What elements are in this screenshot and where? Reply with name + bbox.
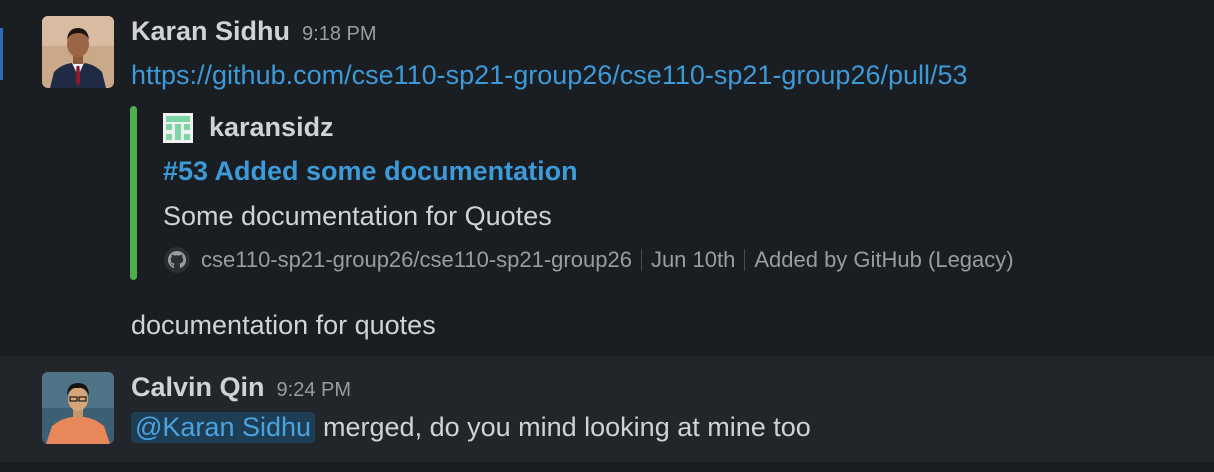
message-text: merged, do you mind looking at mine too <box>323 412 811 442</box>
divider <box>744 249 746 271</box>
avatar[interactable] <box>42 372 114 444</box>
unfurl-footer: cse110-sp21-group26/cse110-sp21-group26 … <box>163 246 1014 274</box>
unfurl-date: Jun 10th <box>650 247 736 272</box>
message-item[interactable]: Karan Sidhu 9:18 PM https://github.com/cs… <box>0 0 1214 356</box>
github-icon <box>164 247 190 273</box>
unfurl-description: Some documentation for Quotes <box>163 201 552 231</box>
unfurl-accent-bar <box>130 106 137 280</box>
message-body: @Karan Sidhu merged, do you mind looking… <box>131 412 811 443</box>
unfurl-repo[interactable]: cse110-sp21-group26/cse110-sp21-group26 <box>201 247 632 273</box>
author-name[interactable]: Karan Sidhu <box>131 16 290 46</box>
message-link[interactable]: https://github.com/cse110-sp21-group26/c… <box>131 60 968 91</box>
unfurl-header: karansidz <box>163 112 334 143</box>
message-header: Calvin Qin 9:24 PM <box>131 372 351 403</box>
unfurl-added-by: Added by GitHub (Legacy) <box>754 247 1014 272</box>
unfurl-author[interactable]: karansidz <box>209 112 334 143</box>
message-header: Karan Sidhu 9:18 PM <box>131 16 377 47</box>
author-name[interactable]: Calvin Qin <box>131 372 265 402</box>
message-item[interactable]: Calvin Qin 9:24 PM @Karan Sidhu merged, d… <box>0 356 1214 462</box>
avatar[interactable] <box>42 16 114 88</box>
user-identicon-icon <box>163 112 193 143</box>
link-unfurl: karansidz #53 Added some documentation S… <box>130 106 1110 280</box>
message-text: documentation for quotes <box>131 310 436 340</box>
divider <box>640 249 642 271</box>
timestamp[interactable]: 9:18 PM <box>302 23 376 45</box>
user-mention[interactable]: @Karan Sidhu <box>131 412 316 443</box>
unfurl-title[interactable]: #53 Added some documentation <box>163 156 578 187</box>
message-pane: Karan Sidhu 9:18 PM https://github.com/cs… <box>0 0 1214 472</box>
timestamp[interactable]: 9:24 PM <box>277 379 351 401</box>
